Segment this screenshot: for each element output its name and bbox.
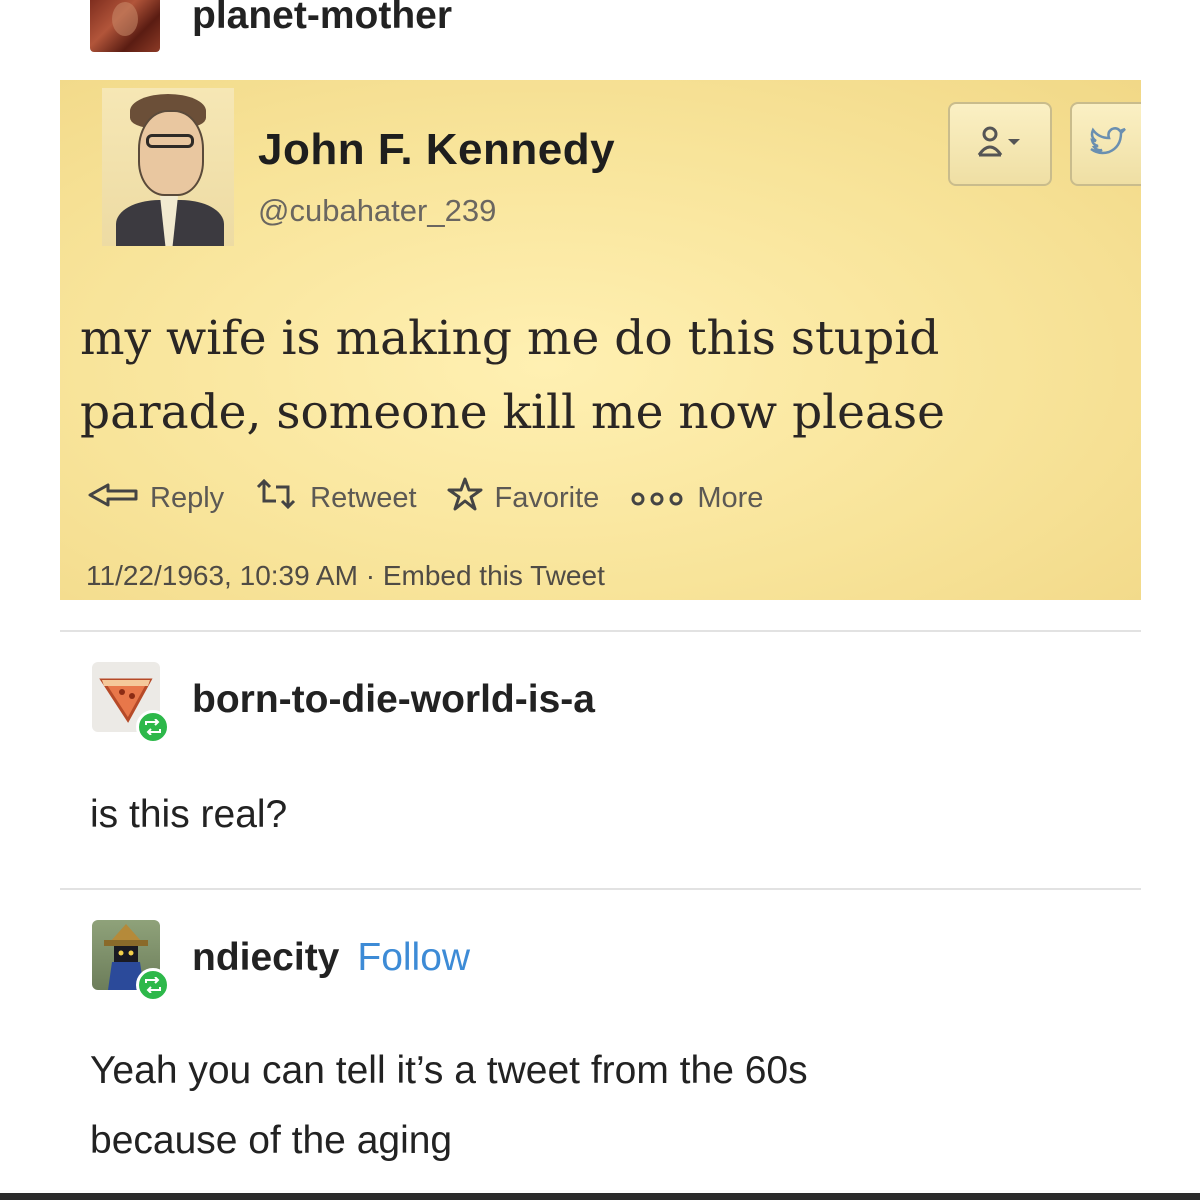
reblogger-username[interactable]: born-to-die-world-is-a: [192, 678, 595, 722]
follow-link[interactable]: Follow: [357, 936, 470, 979]
reply-arrow-icon: [88, 482, 150, 515]
reblogger-avatar[interactable]: [92, 920, 170, 1002]
tweet-author-avatar[interactable]: [102, 88, 234, 246]
tweet-card: John F. Kennedy @cubahater_239 my wife i…: [60, 80, 1141, 600]
more-button[interactable]: More: [629, 482, 763, 515]
tweet-display-name[interactable]: John F. Kennedy: [258, 125, 615, 175]
divider: [60, 888, 1141, 890]
star-icon: [447, 477, 495, 519]
tweet-handle[interactable]: @cubahater_239: [258, 193, 496, 229]
reblog-comment-line: because of the aging: [90, 1119, 453, 1162]
more-label: More: [697, 481, 764, 514]
retweet-icon: [254, 478, 310, 517]
poster-avatar[interactable]: [90, 0, 160, 52]
reblog-comment-line: Yeah you can tell it’s a tweet from the …: [90, 1049, 808, 1092]
retweet-label: Retweet: [310, 481, 417, 514]
reblogger-username[interactable]: ndiecity: [192, 936, 339, 979]
poster-blog-name[interactable]: planet-mother: [192, 0, 452, 38]
favorite-label: Favorite: [494, 481, 600, 514]
reply-button[interactable]: Reply: [88, 482, 224, 515]
retweet-button[interactable]: Retweet: [254, 478, 417, 517]
reblog-comment: Yeah you can tell it’s a tweet from the …: [90, 1036, 808, 1176]
reblogger-header: ndiecity Follow: [192, 936, 470, 980]
reblog-icon: [136, 710, 170, 744]
bottom-edge-bar: [0, 1193, 1200, 1200]
reply-label: Reply: [150, 481, 225, 514]
favorite-button[interactable]: Favorite: [447, 477, 600, 519]
reblog-comment: is this real?: [90, 793, 288, 836]
tweet-meta: 11/22/1963, 10:39 AM · Embed this Tweet: [86, 560, 605, 592]
more-dots-icon: [629, 482, 697, 515]
twitter-bird-icon: [1087, 125, 1127, 164]
embed-tweet-link[interactable]: Embed this Tweet: [383, 560, 605, 591]
tweet-actions: Reply Retweet Favorite More: [88, 476, 793, 520]
follow-user-button[interactable]: [948, 102, 1052, 186]
divider: [60, 630, 1141, 632]
tweet-timestamp[interactable]: 11/22/1963, 10:39 AM: [86, 560, 358, 591]
reblogger-avatar[interactable]: [92, 662, 170, 744]
twitter-follow-button[interactable]: [1070, 102, 1141, 186]
reblog-icon: [136, 968, 170, 1002]
meta-separator: ·: [365, 560, 376, 591]
tweet-text: my wife is making me do this stupid para…: [80, 311, 945, 440]
user-follow-icon: [976, 125, 1024, 164]
